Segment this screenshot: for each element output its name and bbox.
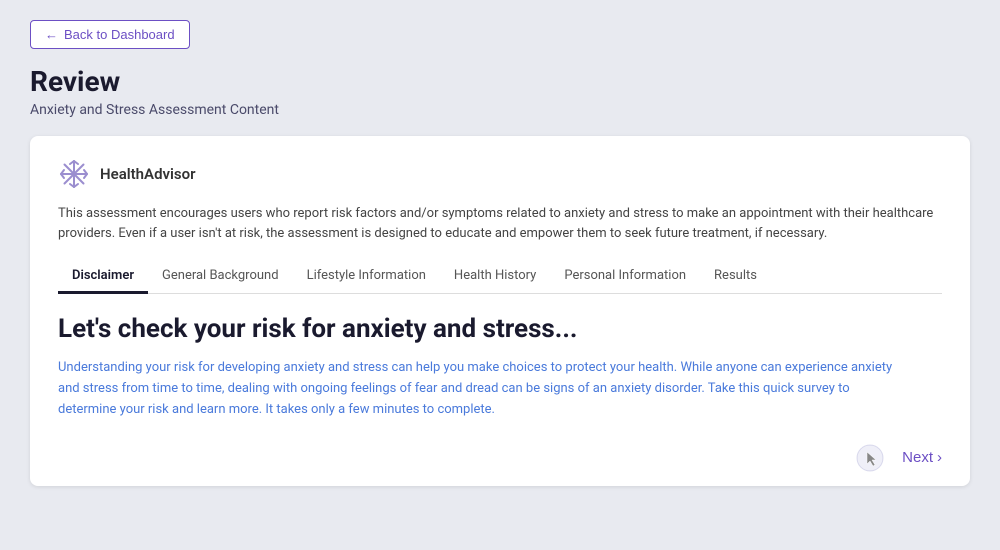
back-arrow-icon: ← [45, 27, 58, 42]
back-to-dashboard-button[interactable]: ← Back to Dashboard [30, 20, 190, 49]
tab-lifestyle-information[interactable]: Lifestyle Information [293, 260, 440, 294]
assessment-card: HealthAdvisor This assessment encourages… [30, 136, 970, 486]
page-subtitle: Anxiety and Stress Assessment Content [30, 102, 970, 118]
assessment-description: This assessment encourages users who rep… [58, 204, 942, 244]
next-label: Next [902, 449, 933, 466]
back-button-label: Back to Dashboard [64, 27, 175, 42]
content-body: Understanding your risk for developing a… [58, 358, 898, 420]
content-heading: Let's check your risk for anxiety and st… [58, 314, 942, 344]
page-title: Review [30, 65, 970, 98]
footer-row: Next › [58, 449, 942, 466]
health-advisor-logo-icon [58, 158, 90, 190]
tab-personal-information[interactable]: Personal Information [550, 260, 700, 294]
tab-general-background[interactable]: General Background [148, 260, 293, 294]
cursor-icon [856, 444, 884, 472]
brand-name-label: HealthAdvisor [100, 165, 196, 183]
tab-health-history[interactable]: Health History [440, 260, 550, 294]
content-text: Understanding your risk for developing a… [58, 360, 892, 417]
next-arrow-icon: › [937, 449, 942, 466]
tab-disclaimer[interactable]: Disclaimer [58, 260, 148, 294]
tab-bar: Disclaimer General Background Lifestyle … [58, 260, 942, 294]
brand-row: HealthAdvisor [58, 158, 942, 190]
next-button[interactable]: Next › [902, 449, 942, 466]
tab-results[interactable]: Results [700, 260, 771, 294]
